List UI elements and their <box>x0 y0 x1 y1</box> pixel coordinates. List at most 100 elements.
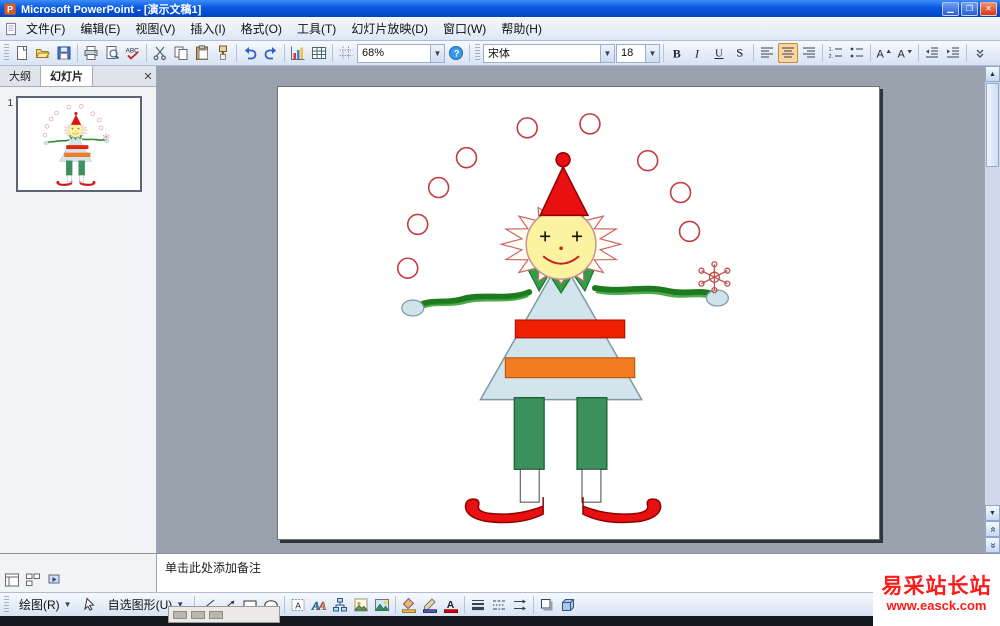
view-show-button[interactable] <box>44 570 64 590</box>
tab-slides[interactable]: 幻灯片 <box>41 66 93 86</box>
clip-art-button[interactable] <box>351 595 371 615</box>
show-grid-button[interactable] <box>336 43 356 63</box>
menu-help[interactable]: 帮助(H) <box>494 17 549 40</box>
bold-button[interactable]: B <box>667 43 687 63</box>
zoom-dropdown-icon[interactable]: ▼ <box>430 44 444 62</box>
help-button[interactable]: ? <box>446 43 466 63</box>
print-button[interactable] <box>81 43 101 63</box>
decrease-indent-button[interactable] <box>922 43 942 63</box>
right-hand[interactable] <box>104 139 109 143</box>
toolbar-grip[interactable] <box>4 44 9 62</box>
menu-tools[interactable]: 工具(T) <box>290 17 343 40</box>
orange-stripe[interactable] <box>64 152 91 157</box>
snowflake-shape[interactable] <box>698 261 731 294</box>
numbering-button[interactable]: 1. 2. <box>826 43 846 63</box>
right-leg[interactable] <box>576 396 608 470</box>
view-normal-button[interactable] <box>2 570 22 590</box>
font-color-button[interactable]: A <box>441 595 461 615</box>
scroll-track[interactable] <box>985 168 1000 505</box>
font-size-combo[interactable]: 18 ▼ <box>616 43 660 63</box>
titlebar[interactable]: P Microsoft PowerPoint - [演示文稿1] ▁ ❐ ✕ <box>0 0 1000 17</box>
next-slide-button[interactable]: « <box>985 537 1000 553</box>
font-size-dropdown-icon[interactable]: ▼ <box>645 44 659 62</box>
left-leg[interactable] <box>66 160 73 176</box>
arrow-style-button[interactable] <box>510 595 530 615</box>
left-hand[interactable] <box>401 299 425 317</box>
right-sock[interactable] <box>79 175 84 182</box>
word-art-button[interactable]: AA <box>309 595 329 615</box>
underline-button[interactable]: U <box>709 43 729 63</box>
shadow-style-button[interactable] <box>537 595 557 615</box>
face[interactable] <box>525 208 597 280</box>
menu-slideshow[interactable]: 幻灯片放映(D) <box>344 17 435 40</box>
previous-slide-button[interactable]: « <box>985 521 1000 537</box>
save-button[interactable] <box>54 43 74 63</box>
print-preview-button[interactable] <box>102 43 122 63</box>
orange-stripe[interactable] <box>504 357 636 379</box>
menu-edit[interactable]: 编辑(E) <box>73 17 127 40</box>
face[interactable] <box>68 123 83 138</box>
scroll-thumb[interactable] <box>986 83 999 167</box>
view-sorter-button[interactable] <box>23 570 43 590</box>
slide-thumbnail[interactable] <box>16 96 142 192</box>
open-button[interactable] <box>33 43 53 63</box>
new-button[interactable] <box>12 43 32 63</box>
left-sock[interactable] <box>519 468 540 503</box>
toolbar-grip[interactable] <box>4 595 9 614</box>
menu-format[interactable]: 格式(O) <box>234 17 289 40</box>
align-right-button[interactable] <box>799 43 819 63</box>
menu-view[interactable]: 视图(V) <box>128 17 182 40</box>
snowflake-shape[interactable] <box>102 133 110 141</box>
copy-button[interactable] <box>171 43 191 63</box>
format-painter-button[interactable] <box>213 43 233 63</box>
spelling-button[interactable]: ABC <box>123 43 143 63</box>
menu-file[interactable]: 文件(F) <box>19 17 72 40</box>
left-leg[interactable] <box>513 396 545 470</box>
menu-window[interactable]: 窗口(W) <box>436 17 493 40</box>
right-leg[interactable] <box>78 160 85 176</box>
line-color-button[interactable] <box>420 595 440 615</box>
close-button[interactable]: ✕ <box>980 1 997 16</box>
cut-button[interactable] <box>150 43 170 63</box>
vertical-scrollbar[interactable]: ▲ ▼ « « <box>984 66 1000 553</box>
scroll-down-button[interactable]: ▼ <box>985 505 1000 521</box>
left-hand[interactable] <box>43 141 49 145</box>
fill-color-button[interactable] <box>399 595 419 615</box>
left-sock[interactable] <box>67 175 72 182</box>
hat[interactable] <box>71 114 82 125</box>
draw-menu-button[interactable]: 绘图(R) ▼ <box>12 595 79 615</box>
toolbar-options-button[interactable] <box>970 43 990 63</box>
bullets-button[interactable] <box>847 43 867 63</box>
maximize-button[interactable]: ❐ <box>961 1 978 16</box>
hat-ball[interactable] <box>74 111 78 116</box>
diagram-button[interactable] <box>330 595 350 615</box>
toolbar-grip[interactable] <box>475 44 480 62</box>
3d-style-button[interactable] <box>558 595 578 615</box>
italic-button[interactable]: I <box>688 43 708 63</box>
increase-font-button[interactable]: A <box>874 43 894 63</box>
insert-chart-button[interactable] <box>288 43 308 63</box>
line-style-button[interactable] <box>468 595 488 615</box>
undo-button[interactable] <box>240 43 260 63</box>
dash-style-button[interactable] <box>489 595 509 615</box>
right-sock[interactable] <box>581 468 602 503</box>
paste-button[interactable] <box>192 43 212 63</box>
scroll-up-button[interactable]: ▲ <box>985 66 1000 82</box>
minimize-button[interactable]: ▁ <box>942 1 959 16</box>
increase-indent-button[interactable] <box>943 43 963 63</box>
right-hand[interactable] <box>705 289 729 307</box>
select-button[interactable] <box>80 595 100 615</box>
redo-button[interactable] <box>261 43 281 63</box>
hat-ball[interactable] <box>555 151 571 168</box>
menu-insert[interactable]: 插入(I) <box>183 17 232 40</box>
hat[interactable] <box>538 164 590 217</box>
zoom-combo[interactable]: 68% ▼ <box>357 43 445 63</box>
insert-table-button[interactable] <box>309 43 329 63</box>
text-box-button[interactable]: A <box>288 595 308 615</box>
font-combo[interactable]: 宋体 ▼ <box>483 43 615 63</box>
red-stripe[interactable] <box>514 319 626 339</box>
shadow-button[interactable]: SS <box>730 43 750 63</box>
slide-canvas[interactable] <box>277 86 880 540</box>
picture-button[interactable] <box>372 595 392 615</box>
tab-outline[interactable]: 大纲 <box>0 66 41 86</box>
